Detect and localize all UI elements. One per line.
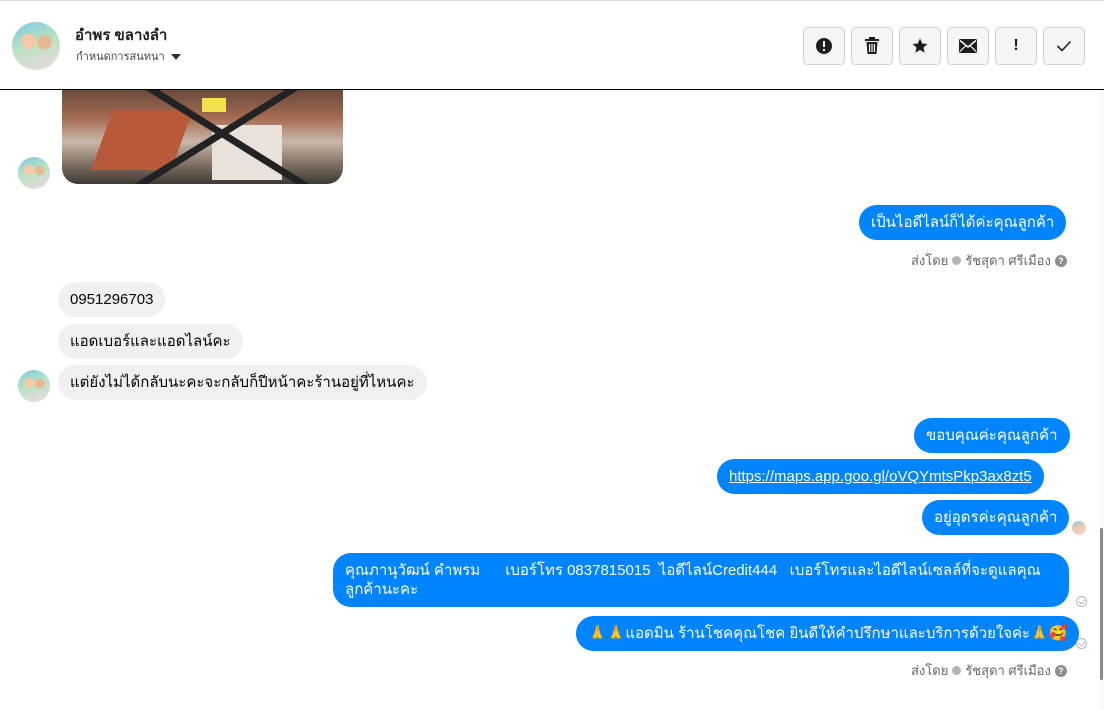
agent-dot-icon <box>952 256 962 265</box>
star-icon <box>912 38 928 53</box>
incoming-message[interactable]: 0951296703 <box>58 282 166 317</box>
sent-check-icon <box>1076 596 1087 607</box>
star-button[interactable] <box>899 27 941 65</box>
follow-up-button[interactable]: ! <box>995 27 1037 65</box>
outgoing-message[interactable]: เป็นไอดีไลน์ก็ได้ค่ะคุณลูกค้า <box>859 205 1067 240</box>
message-line: ลูกค้านะคะ <box>345 581 419 598</box>
contact-avatar-small[interactable] <box>18 370 50 402</box>
sent-by-agent[interactable]: รัชสุดา ศรีเมือง <box>965 250 1051 271</box>
sent-by-prefix: ส่งโดย <box>911 253 949 268</box>
message-line: คุณภานุวัฒน์ คำพรม เบอร์โทร 0837815015 ไ… <box>345 562 1041 579</box>
outgoing-message[interactable]: คุณภานุวัฒน์ คำพรม เบอร์โทร 0837815015 ไ… <box>333 553 1069 607</box>
sent-check-icon <box>1076 638 1087 649</box>
contact-avatar[interactable] <box>12 22 60 70</box>
agent-dot-icon <box>952 666 962 675</box>
incoming-message[interactable]: แต่ยังไม่ได้กลับนะคะจะกลับก็ปีหน้าคะร้าน… <box>58 365 427 400</box>
sent-by-agent[interactable]: รัชสุดา ศรีเมือง <box>965 660 1051 681</box>
sent-by-prefix: ส่งโดย <box>911 663 949 678</box>
conversation-settings-dropdown[interactable]: กำหนดการสนทนา <box>76 47 181 65</box>
mark-unread-button[interactable] <box>947 27 989 65</box>
conversation-header: อำพร ขลางลำ กำหนดการสนทนา ! <box>0 0 1104 90</box>
caret-down-icon <box>170 54 181 60</box>
delete-button[interactable] <box>851 27 893 65</box>
action-toolbar: ! <box>803 27 1085 65</box>
alert-circle-icon <box>816 38 832 54</box>
scrollbar-thumb[interactable] <box>1100 528 1103 680</box>
contact-name[interactable]: อำพร ขลางลำ <box>75 23 167 47</box>
sent-by-label: ส่งโดย รัชสุดา ศรีเมือง ? <box>911 250 1067 271</box>
trash-icon <box>865 37 879 54</box>
sent-by-label: ส่งโดย รัชสุดา ศรีเมือง ? <box>911 660 1067 681</box>
help-icon[interactable]: ? <box>1054 254 1067 267</box>
outgoing-message-link[interactable]: https://maps.app.goo.gl/oVQYmtsPkp3ax8zt… <box>717 459 1044 494</box>
exclamation-icon: ! <box>1013 37 1019 54</box>
mark-done-button[interactable] <box>1043 27 1085 65</box>
outgoing-message[interactable]: อยู่อุดรค่ะคุณลูกค้า <box>922 500 1070 535</box>
envelope-icon <box>959 39 977 53</box>
outgoing-message[interactable]: ขอบคุณค่ะคุณลูกค้า <box>914 418 1070 453</box>
seen-avatar <box>1072 521 1086 535</box>
shared-photo[interactable] <box>62 90 343 184</box>
photo-window <box>202 98 226 112</box>
conversation-settings-label: กำหนดการสนทนา <box>76 51 165 63</box>
mark-spam-button[interactable] <box>803 27 845 65</box>
checkmark-icon <box>1056 40 1072 52</box>
maps-link[interactable]: https://maps.app.goo.gl/oVQYmtsPkp3ax8zt… <box>729 468 1032 485</box>
help-icon[interactable]: ? <box>1054 664 1067 677</box>
incoming-message[interactable]: แอดเบอร์และแอดไลน์คะ <box>58 324 243 359</box>
outgoing-message[interactable]: 🙏🙏แอดมิน ร้านโชคคุณโชค ยินดีให้คำปรึกษาแ… <box>576 616 1080 651</box>
contact-avatar-small[interactable] <box>18 157 50 189</box>
